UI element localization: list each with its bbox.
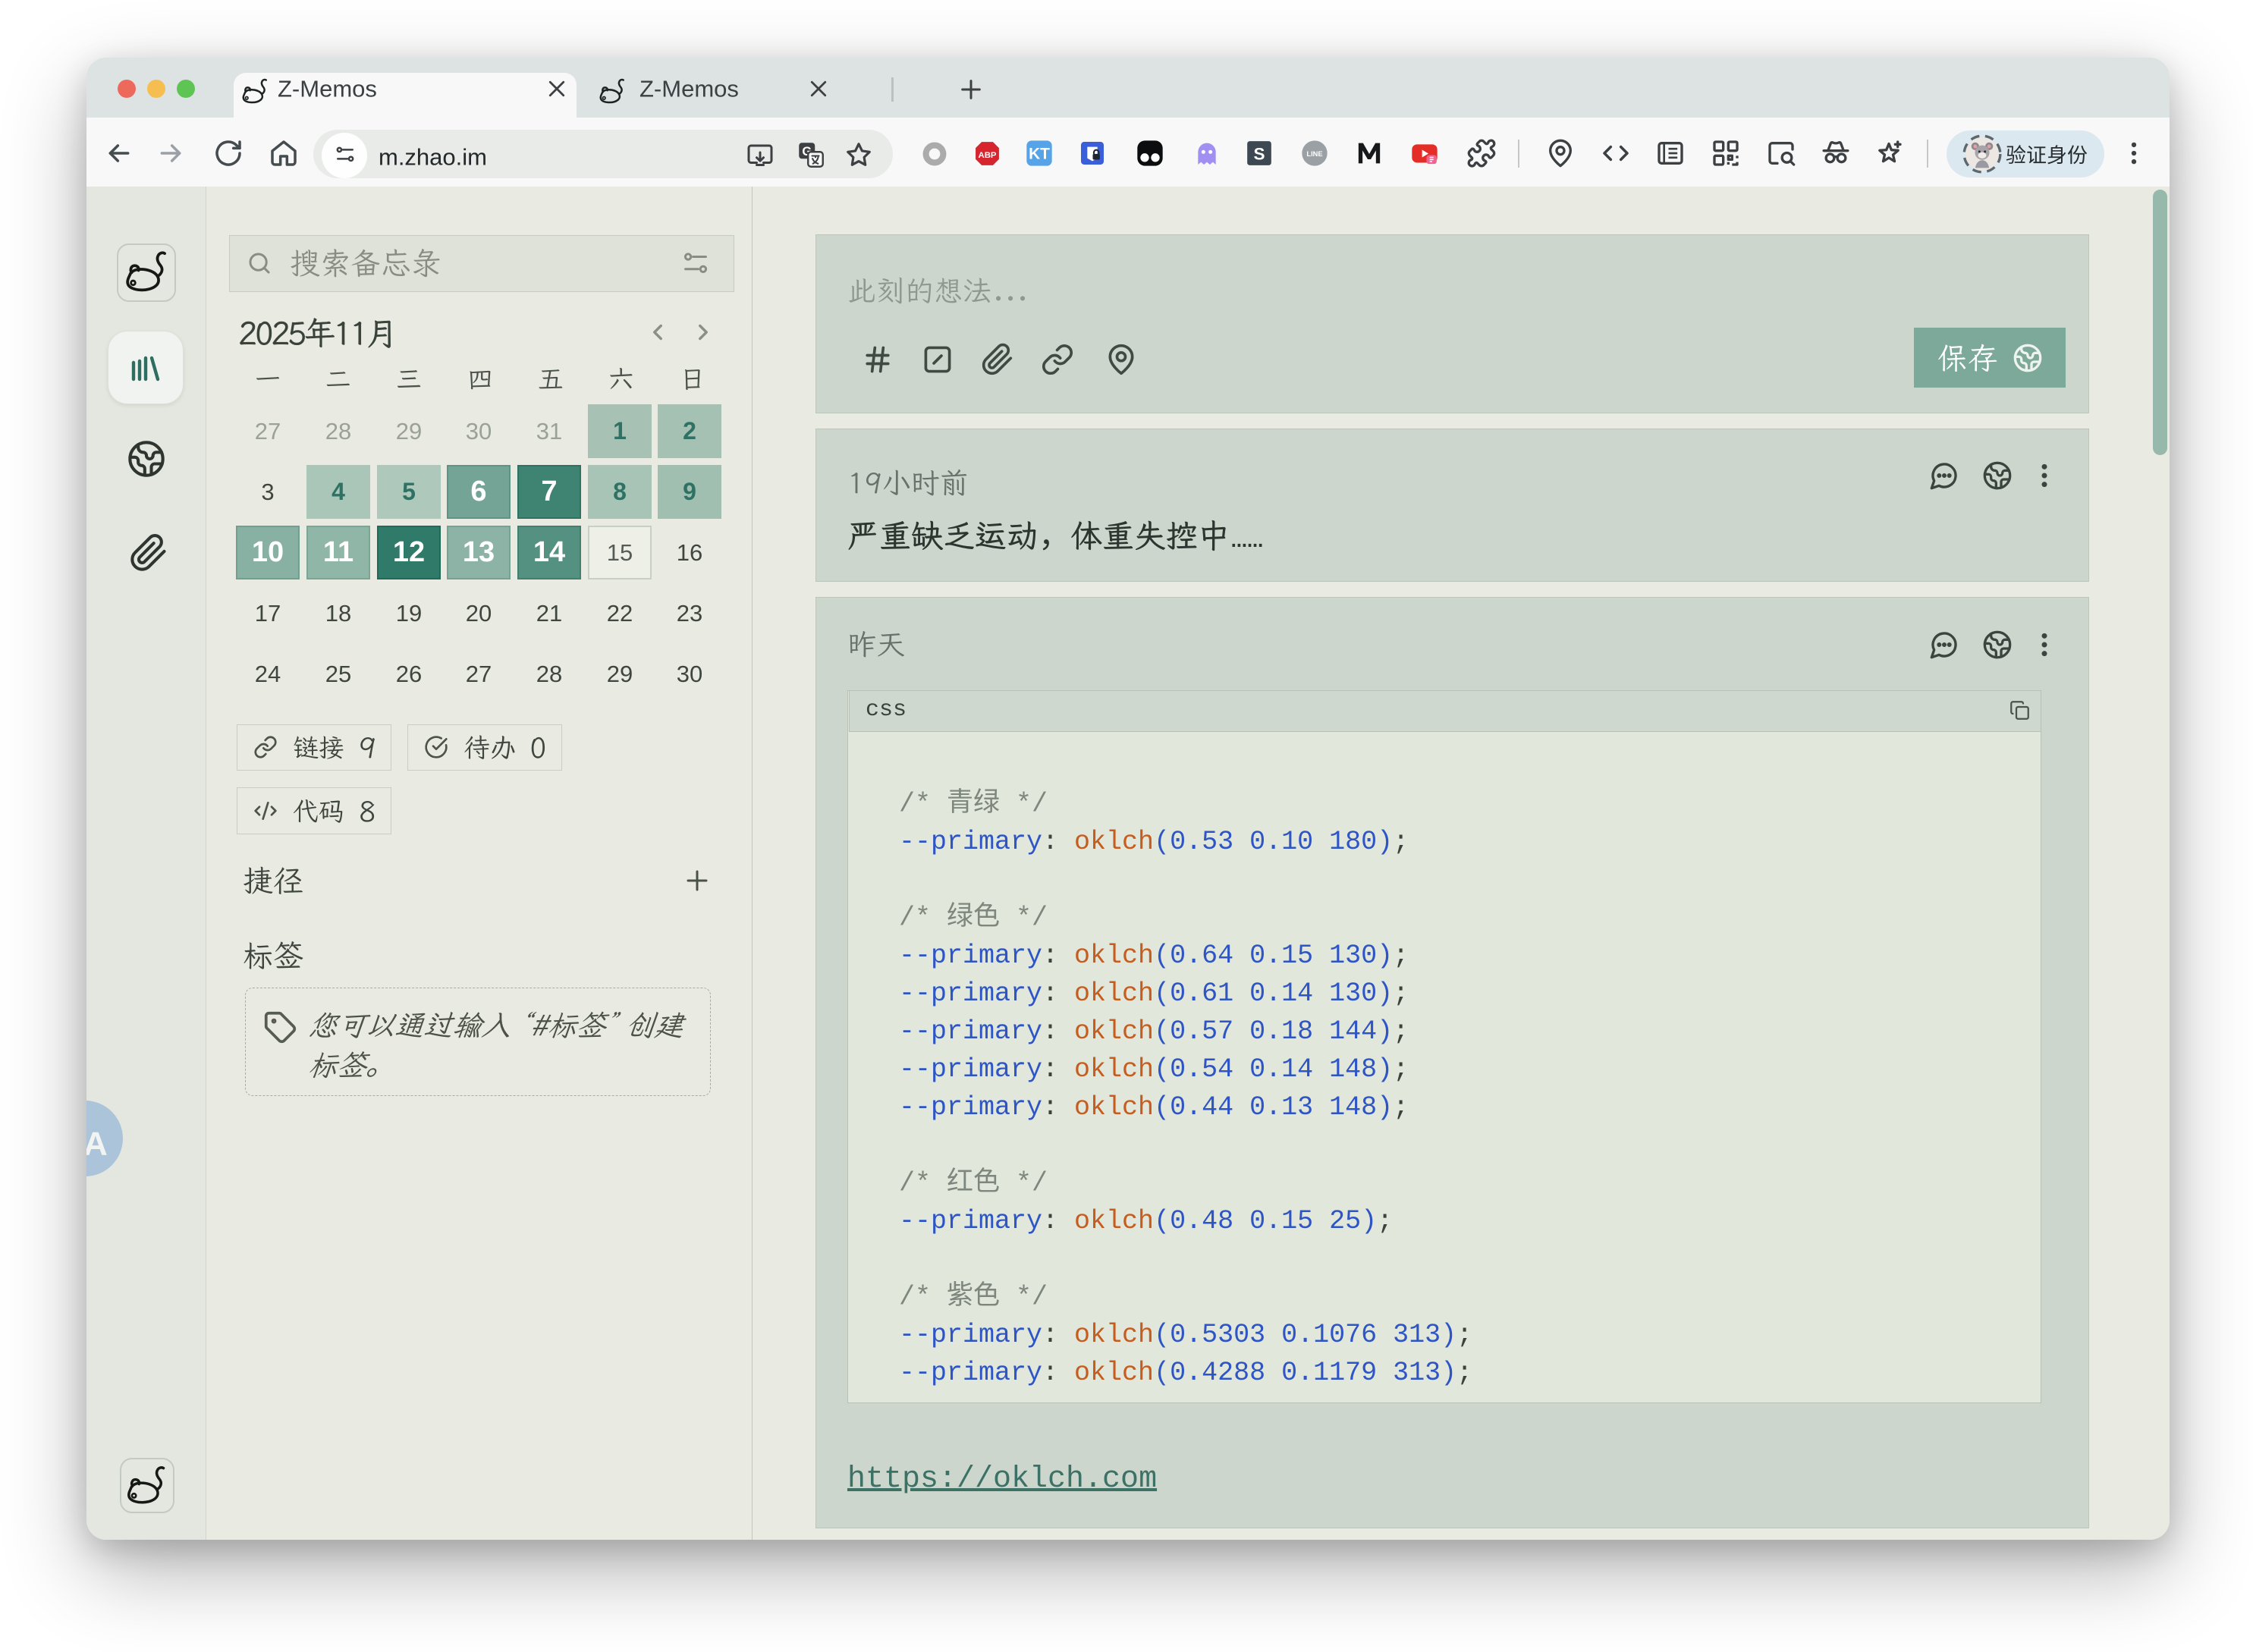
svg-text:KT: KT <box>1029 146 1050 163</box>
svg-text:LINE: LINE <box>1306 150 1322 158</box>
svg-text:ABP: ABP <box>978 151 996 160</box>
svg-text:S: S <box>1253 144 1265 163</box>
